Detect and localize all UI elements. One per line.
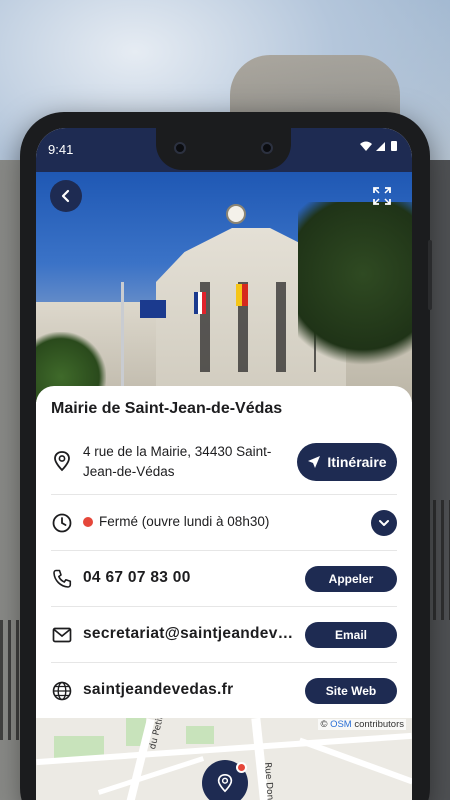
- hours-status: Fermé (ouvre lundi à 08h30): [83, 514, 269, 529]
- expand-icon: [373, 187, 391, 205]
- email-address: secretariat@saintjeandev…: [83, 625, 294, 642]
- front-sensor: [261, 142, 273, 154]
- website-label: Site Web: [325, 684, 377, 698]
- email-button[interactable]: Email: [305, 622, 397, 648]
- email-label: Email: [334, 628, 367, 642]
- itinerary-label: Itinéraire: [327, 454, 387, 470]
- phone-icon: [53, 569, 72, 588]
- status-icons: [358, 140, 400, 155]
- osm-link[interactable]: OSM: [330, 719, 352, 730]
- hours-row[interactable]: Fermé (ouvre lundi à 08h30): [51, 494, 397, 550]
- hours-status-text: Fermé (ouvre lundi à 08h30): [99, 514, 270, 529]
- map-street-label: Rue Don: [262, 762, 275, 800]
- address-line-1: 4 rue de la Mairie, 34430 Saint-: [83, 444, 272, 459]
- email-row: secretariat@saintjeandev… Email: [51, 606, 397, 662]
- expand-photo-button[interactable]: [366, 180, 398, 212]
- front-camera: [174, 142, 186, 154]
- arrow-left-icon: [61, 189, 70, 203]
- clock-icon: [52, 513, 72, 533]
- address-line-2: Jean-de-Védas: [83, 464, 175, 479]
- mail-icon: [52, 627, 72, 643]
- clock-tower-icon: [226, 204, 246, 224]
- address-text: 4 rue de la Mairie, 34430 Saint- Jean-de…: [83, 442, 271, 482]
- navigation-arrow-icon: [308, 456, 321, 468]
- location-pin-icon: [217, 773, 233, 793]
- itinerary-button[interactable]: Itinéraire: [297, 443, 397, 481]
- phone-number: 04 67 07 83 00: [83, 569, 191, 586]
- phone-side-button: [428, 240, 432, 310]
- chevron-down-icon: [379, 520, 389, 526]
- globe-icon: [52, 681, 72, 701]
- website-row: saintjeandevedas.fr Site Web: [51, 662, 397, 718]
- app-screen: 9:41 Mairie de Saint-Jean-de-Védas 4 rue…: [36, 128, 412, 800]
- place-info-card: Mairie de Saint-Jean-de-Védas 4 rue de l…: [36, 386, 412, 718]
- closed-status-dot: [83, 517, 93, 527]
- call-label: Appeler: [328, 572, 374, 586]
- location-map[interactable]: du Petit Prader Rue Don © OSM contributo…: [36, 718, 412, 800]
- website-url: saintjeandevedas.fr: [83, 681, 234, 698]
- address-row: 4 rue de la Mairie, 34430 Saint- Jean-de…: [51, 432, 397, 492]
- back-button[interactable]: [50, 180, 82, 212]
- expand-hours-button[interactable]: [371, 510, 397, 536]
- place-photo: [36, 172, 412, 402]
- marker-status-dot: [236, 762, 247, 773]
- place-title: Mairie de Saint-Jean-de-Védas: [51, 400, 283, 417]
- call-button[interactable]: Appeler: [305, 566, 397, 592]
- location-pin-icon: [54, 451, 70, 472]
- status-bar: 9:41: [36, 128, 412, 172]
- phone-row: 04 67 07 83 00 Appeler: [51, 550, 397, 606]
- map-attribution: © OSM contributors: [318, 719, 406, 730]
- status-time: 9:41: [48, 142, 74, 157]
- camera-notch: [156, 128, 291, 170]
- signal-wifi-battery-icon: [360, 141, 397, 151]
- website-button[interactable]: Site Web: [305, 678, 397, 704]
